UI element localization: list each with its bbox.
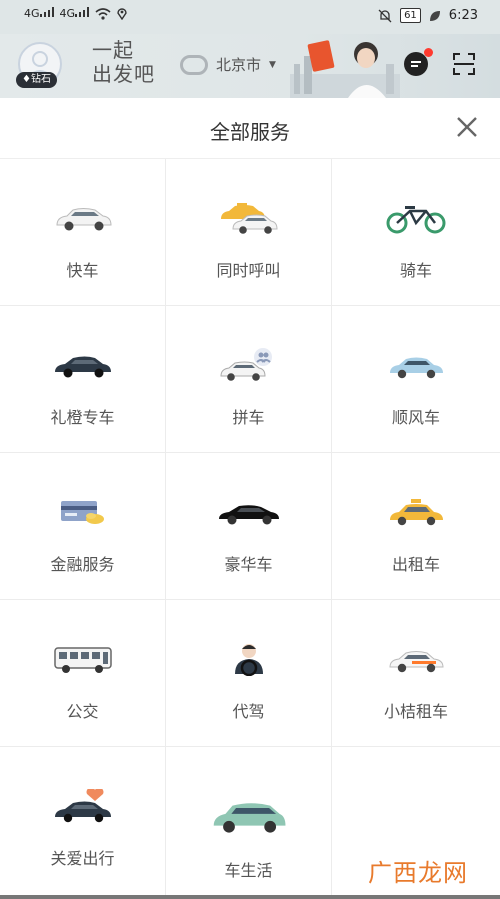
diamond-icon: ♦ — [22, 74, 31, 85]
service-label: 出租车 — [391, 555, 440, 574]
member-badge: ♦钻石 — [16, 72, 57, 88]
service-label: 豪华车 — [224, 555, 273, 574]
service-label: 礼橙专车 — [50, 408, 115, 427]
page-title: 全部服务 — [210, 120, 290, 144]
service-haohuache[interactable]: 豪华车 — [166, 453, 332, 600]
service-label: 拼车 — [232, 408, 265, 427]
service-che-shenghuo[interactable]: 车生活 — [166, 747, 332, 899]
finance-card-icon — [60, 501, 104, 524]
luxury-car-icon — [218, 505, 279, 525]
service-qiche[interactable]: 骑车 — [332, 159, 500, 306]
service-shunfengche[interactable]: 顺风车 — [332, 306, 500, 453]
slogan-line-2: 出发吧 — [92, 62, 155, 86]
mute-bell-icon — [378, 9, 392, 22]
service-label: 同时呼叫 — [216, 261, 281, 280]
notification-dot — [424, 48, 433, 57]
service-label: 车生活 — [224, 861, 273, 880]
bottom-edge — [0, 895, 500, 899]
signal-2: 4G — [60, 7, 90, 20]
slogan-line-1: 一起 — [92, 38, 134, 62]
taxi-icon — [390, 499, 443, 526]
service-label: 公交 — [66, 702, 99, 721]
location-icon — [117, 8, 127, 20]
signal-icon — [75, 7, 90, 17]
signal-1: 4G — [24, 7, 54, 20]
service-jinrong[interactable]: 金融服务 — [0, 453, 166, 600]
service-tongshi-hujiao[interactable]: 同时呼叫 — [166, 159, 332, 306]
top-banner: ♦钻石 一起 出发吧 北京市 ▼ — [0, 34, 500, 98]
service-chuzuche[interactable]: 出租车 — [332, 453, 500, 600]
hitch-car-icon — [390, 357, 443, 379]
wifi-icon — [95, 7, 111, 20]
service-label: 关爱出行 — [50, 849, 115, 868]
service-label: 骑车 — [399, 261, 432, 280]
city-name: 北京市 — [216, 56, 262, 74]
service-label: 金融服务 — [50, 555, 115, 574]
service-kuaiche[interactable]: 快车 — [0, 159, 166, 306]
car-icon — [55, 208, 112, 231]
service-label: 小桔租车 — [383, 702, 448, 721]
rental-car-icon — [389, 651, 444, 673]
close-icon[interactable] — [454, 114, 480, 140]
watermark: 广西龙网 — [368, 859, 468, 887]
service-guanai-chuxing[interactable]: 关爱出行 — [0, 747, 166, 899]
city-selector[interactable]: 北京市 ▼ — [180, 54, 276, 75]
service-label: 代驾 — [232, 702, 265, 721]
premier-car-icon — [54, 356, 111, 378]
clock: 6:23 — [448, 8, 478, 23]
service-pinche[interactable]: 拼车 — [166, 306, 332, 453]
multi-car-icon — [220, 203, 278, 234]
network-type-1: 4G — [24, 7, 40, 20]
services-grid: 快车 同时呼叫 骑车 礼橙专车 拼车 顺风车 金融服务 豪华车 出租车 公交 代… — [0, 159, 500, 899]
designated-driver-icon — [234, 644, 263, 676]
dropdown-icon: ▼ — [269, 59, 276, 70]
service-gongjiao[interactable]: 公交 — [0, 600, 166, 747]
didi-logo-icon — [180, 54, 208, 75]
car-life-icon — [213, 803, 285, 833]
bus-icon — [53, 647, 112, 673]
service-xiaoju-zuche[interactable]: 小桔租车 — [332, 600, 500, 747]
service-label: 顺风车 — [391, 408, 440, 427]
service-label: 快车 — [66, 261, 99, 280]
care-trip-icon — [54, 789, 111, 823]
services-header: 全部服务 — [0, 98, 500, 159]
bicycle-icon — [386, 206, 446, 234]
leaf-icon — [429, 10, 440, 21]
member-level: 钻石 — [30, 74, 51, 85]
status-bar: 4G 4G 61 6:23 — [0, 0, 500, 34]
service-daijia[interactable]: 代驾 — [166, 600, 332, 747]
scan-icon[interactable] — [452, 52, 476, 76]
slogan: 一起 出发吧 — [92, 38, 155, 86]
network-type-2: 4G — [59, 7, 76, 20]
battery-indicator: 61 — [400, 8, 421, 23]
ad-banner-image[interactable] — [290, 34, 400, 98]
carpool-icon — [219, 348, 272, 381]
signal-icon — [39, 7, 54, 17]
service-licheng-zhuanche[interactable]: 礼橙专车 — [0, 306, 166, 453]
